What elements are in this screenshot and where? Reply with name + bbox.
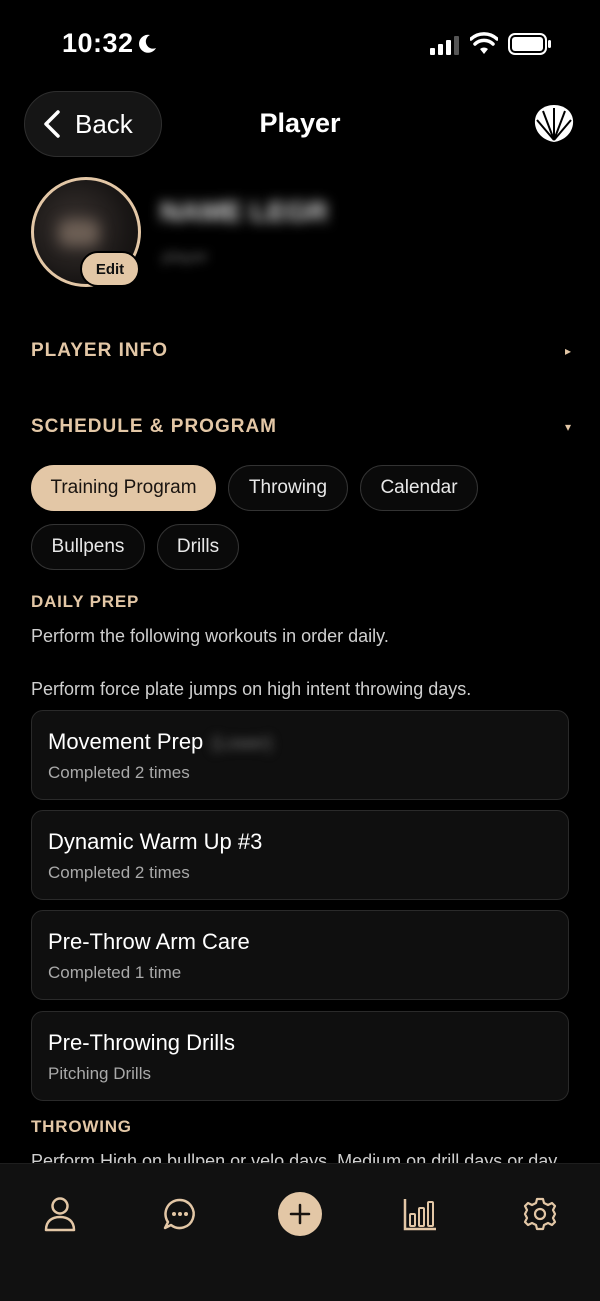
workout-subtitle: Completed 2 times [48, 763, 190, 782]
workout-card[interactable]: Pre-Throwing Drills Pitching Drills [31, 1011, 569, 1101]
schedule-section-toggle[interactable]: SCHEDULE & PROGRAM ▾ [31, 416, 571, 438]
workout-subtitle: Pitching Drills [48, 1064, 151, 1083]
redacted-text: (Lower) [211, 733, 273, 753]
daily-prep-note: Perform force plate jumps on high intent… [31, 679, 472, 699]
signal-icon [430, 36, 459, 55]
workout-card[interactable]: Dynamic Warm Up #3 Completed 2 times [31, 810, 569, 900]
workout-subtitle: Completed 2 times [48, 863, 190, 882]
wifi-icon [470, 32, 498, 54]
workout-title: Movement Prep (Lower) [48, 729, 552, 755]
workout-title-text: Movement Prep [48, 729, 204, 754]
player-subtitle-redacted: player [162, 247, 209, 266]
player-info-section-toggle[interactable]: PLAYER INFO ▸ [31, 340, 571, 362]
workout-card[interactable]: Pre-Throw Arm Care Completed 1 time [31, 910, 569, 1000]
messages-tab[interactable] [158, 1192, 202, 1236]
tab-bullpens[interactable]: Bullpens [31, 524, 145, 570]
chart-icon [403, 1199, 436, 1231]
shell-logo-icon[interactable] [531, 100, 577, 146]
person-icon [44, 1197, 76, 1232]
battery-icon [508, 33, 551, 55]
tab-drills[interactable]: Drills [157, 524, 239, 570]
tab-training-program[interactable]: Training Program [31, 465, 216, 511]
settings-tab[interactable] [518, 1192, 562, 1236]
player-name-redacted: NAME LEGR [160, 196, 328, 227]
moon-icon [139, 34, 156, 53]
bottom-tab-bar [0, 1163, 600, 1301]
workout-subtitle: Completed 1 time [48, 963, 182, 982]
gear-icon [523, 1197, 557, 1231]
edit-avatar-button[interactable]: Edit [80, 251, 140, 287]
daily-prep-heading: DAILY PREP [31, 592, 140, 611]
workout-title: Pre-Throw Arm Care [48, 929, 250, 954]
tab-calendar[interactable]: Calendar [360, 465, 478, 511]
workout-card[interactable]: Movement Prep (Lower) Completed 2 times [31, 710, 569, 800]
page-title: Player [259, 108, 341, 138]
avatar-image [59, 220, 99, 246]
profile-tab[interactable] [38, 1192, 82, 1236]
status-bar: 10:32 [0, 0, 600, 90]
schedule-label: SCHEDULE & PROGRAM [31, 416, 278, 437]
tab-throwing[interactable]: Throwing [228, 465, 348, 511]
collapse-arrow-icon: ▾ [564, 420, 571, 434]
plus-icon [289, 1203, 311, 1225]
status-time: 10:32 [62, 28, 134, 58]
workout-title: Dynamic Warm Up #3 [48, 829, 263, 854]
daily-prep-description: Perform the following workouts in order … [31, 626, 389, 646]
throwing-heading: THROWING [31, 1117, 132, 1136]
chat-icon [163, 1198, 195, 1230]
throwing-description: Perform High on bullpen or velo days. Me… [31, 1151, 558, 1163]
workout-title: Pre-Throwing Drills [48, 1030, 236, 1055]
expand-arrow-icon: ▸ [564, 344, 571, 358]
add-tab[interactable] [278, 1192, 322, 1236]
player-info-label: PLAYER INFO [31, 340, 168, 361]
stats-tab[interactable] [398, 1192, 442, 1236]
